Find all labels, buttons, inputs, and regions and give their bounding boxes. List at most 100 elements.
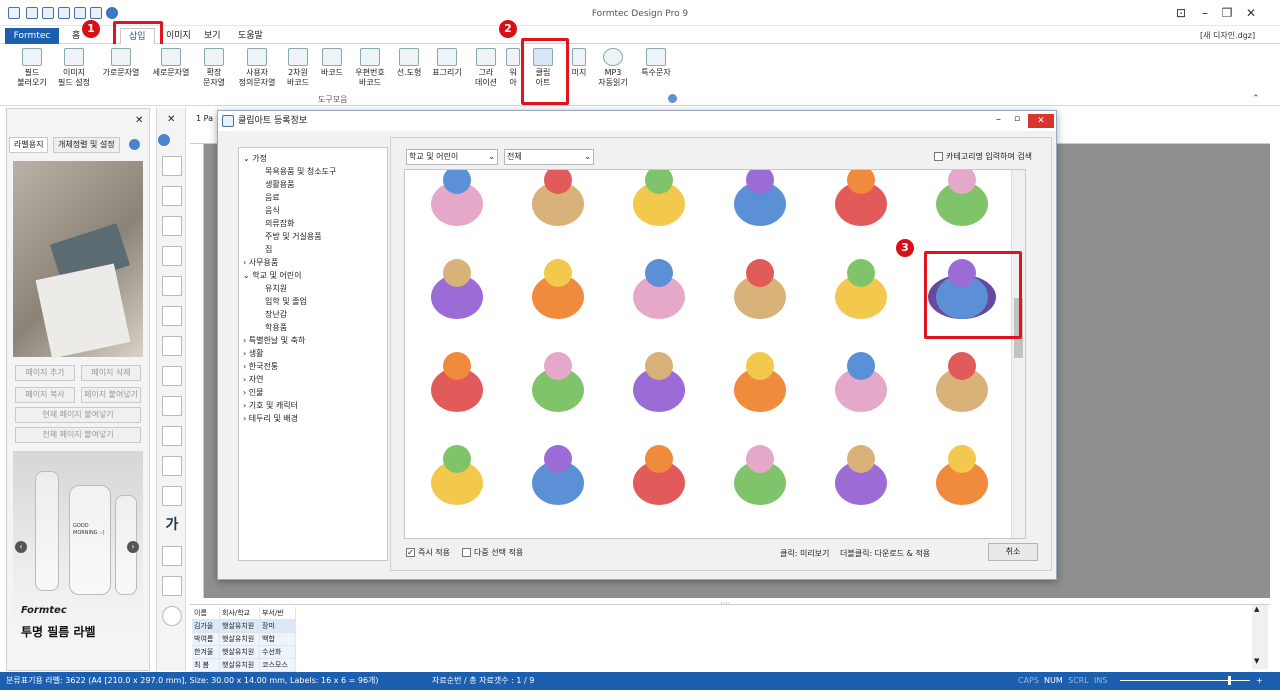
ribbon-field-load[interactable]: 필드 불러오기 — [12, 48, 52, 96]
ribbon-extended-text[interactable]: 확장 문자열 — [196, 48, 232, 96]
ribbon-shapes[interactable]: 선.도형 — [394, 48, 424, 96]
extended-text-tool-icon[interactable] — [162, 276, 182, 296]
tree-leaf[interactable]: 생활용품 — [265, 178, 294, 191]
grid-cell[interactable]: 장미 — [260, 620, 296, 633]
splitter-handle[interactable]: ···· — [720, 599, 730, 608]
grid-cell[interactable]: 박여름 — [192, 633, 220, 646]
grid-cell[interactable]: 햇살유치원 — [220, 633, 260, 646]
clipart-drum-stick[interactable] — [532, 352, 584, 412]
tree-folder[interactable]: › 테두리 및 배경 — [243, 412, 298, 425]
tree-leaf[interactable]: 목욕용품 및 청소도구 — [265, 165, 336, 178]
clipart-clown-hat[interactable] — [936, 445, 988, 505]
minimize-icon[interactable]: – — [1194, 5, 1216, 21]
clipart-toy-giraffe[interactable] — [633, 352, 685, 412]
close-icon[interactable]: ✕ — [1240, 5, 1262, 21]
horizontal-text-tool-icon[interactable] — [162, 216, 182, 236]
tree-leaf[interactable]: 집 — [265, 243, 272, 256]
clipart-clown-doll[interactable] — [633, 445, 685, 505]
paste-current-page-button[interactable]: 현재 페이지 붙여넣기 — [15, 407, 141, 423]
panel-arrow-icon[interactable] — [129, 139, 140, 150]
clipart-puppet[interactable] — [532, 259, 584, 319]
collapse-ribbon-icon[interactable]: ⌃ — [1252, 94, 1260, 104]
next-slide-icon[interactable]: › — [127, 541, 139, 553]
scroll-up-icon[interactable]: ▲ — [1254, 605, 1259, 613]
tree-leaf[interactable]: 의류잡화 — [265, 217, 294, 230]
gallery-scrollbar[interactable] — [1011, 170, 1025, 538]
tree-leaf[interactable]: 유치원 — [265, 282, 287, 295]
add-page-button[interactable]: 페이지 추가 — [15, 365, 75, 381]
ribbon-barcode[interactable]: 바코드 — [316, 48, 348, 96]
ribbon-table[interactable]: 표그리기 — [428, 48, 466, 96]
tree-folder[interactable]: › 사무용품 — [243, 256, 278, 269]
ribbon-wordart[interactable]: 워 아 — [504, 48, 522, 96]
subcategory-select[interactable]: 전체 ⌄ — [504, 149, 594, 165]
help-icon[interactable]: ⊡ — [1170, 5, 1192, 21]
dialog-restore-icon[interactable]: ▫ — [1014, 114, 1020, 124]
clipart-rocket-cloud[interactable] — [431, 352, 483, 412]
checkbox-checked-icon[interactable]: ✓ — [406, 548, 415, 557]
ribbon-custom-text[interactable]: 사용자 정의문자열 — [234, 48, 280, 96]
category-select[interactable]: 학교 및 어린이 ⌄ — [406, 149, 498, 165]
expand-icon[interactable] — [668, 94, 677, 103]
mp3-tool-icon[interactable] — [162, 606, 182, 626]
tree-folder[interactable]: › 생활 — [243, 347, 263, 360]
tree-leaf[interactable]: 학용품 — [265, 321, 287, 334]
grid-cell[interactable]: 햇살유치원 — [220, 659, 260, 672]
checkbox-icon[interactable] — [462, 548, 471, 557]
ribbon-vertical-text[interactable]: 세로문자열 — [148, 48, 194, 96]
clipart-swing[interactable] — [936, 170, 988, 226]
ribbon-image[interactable]: 미지 — [566, 48, 592, 96]
strip-close-icon[interactable]: ✕ — [167, 114, 175, 125]
tab-formtec[interactable]: Formtec — [5, 28, 59, 44]
grid-cell[interactable]: 코스모스 — [260, 659, 296, 672]
tree-leaf[interactable]: 장난감 — [265, 308, 287, 321]
apply-now-option[interactable]: ✓ 즉시 적용 — [406, 547, 450, 558]
barcode-tool-icon[interactable] — [162, 366, 182, 386]
grid-cell[interactable]: 김가을 — [192, 620, 220, 633]
dialog-close-button[interactable]: ✕ — [1028, 114, 1054, 128]
image-field-tool-icon[interactable] — [162, 186, 182, 206]
panel-close-icon[interactable]: ✕ — [135, 115, 143, 126]
clipart-pinwheel[interactable] — [936, 352, 988, 412]
clipart-airplane[interactable] — [532, 445, 584, 505]
clipart-slide-blue[interactable] — [734, 352, 786, 412]
restore-icon[interactable]: ❐ — [1216, 5, 1238, 21]
postal-barcode-tool-icon[interactable] — [162, 396, 182, 416]
chevron-down-icon[interactable]: ⌄ — [243, 271, 252, 280]
tree-leaf[interactable]: 음료 — [265, 191, 280, 204]
tab-help[interactable]: 도움말 — [230, 28, 271, 44]
clipart-toy-train[interactable] — [431, 259, 483, 319]
grid-cell[interactable]: 한겨울 — [192, 646, 220, 659]
clipart-cream-bear[interactable] — [734, 170, 786, 226]
paste-all-pages-button[interactable]: 전체 페이지 붙여넣기 — [15, 427, 141, 443]
delete-page-button[interactable]: 페이지 삭제 — [81, 365, 141, 381]
grid-scrollbar[interactable]: ▲ ▼ — [1252, 605, 1268, 669]
tree-leaf[interactable]: 음식 — [265, 204, 280, 217]
zoom-in-icon[interactable]: + — [1256, 672, 1263, 690]
ribbon-postal-barcode[interactable]: 우편번호 바코드 — [350, 48, 390, 96]
qr-tool-icon[interactable] — [162, 336, 182, 356]
wordart-tool-icon[interactable]: 가 — [162, 516, 182, 536]
ribbon-gradation[interactable]: 그라 데이션 — [470, 48, 502, 96]
tree-folder[interactable]: › 자연 — [243, 373, 263, 386]
ribbon-2d-barcode[interactable]: 2차원 바코드 — [282, 48, 314, 96]
checkbox-icon[interactable] — [934, 152, 943, 161]
scroll-down-icon[interactable]: ▼ — [1254, 657, 1259, 665]
page-tab[interactable]: 1 Pa — [196, 114, 213, 123]
tree-folder[interactable]: ⌄ 가정 — [243, 152, 267, 165]
gradation-tool-icon[interactable] — [162, 486, 182, 506]
clipart-jack-box[interactable] — [734, 445, 786, 505]
tree-leaf[interactable]: 입학 및 졸업 — [265, 295, 307, 308]
prev-slide-icon[interactable]: ‹ — [15, 541, 27, 553]
paste-page-button[interactable]: 페이지 붙여넣기 — [81, 387, 141, 403]
tree-folder[interactable]: › 한국전통 — [243, 360, 278, 373]
search-by-category[interactable]: 카테고리명 입력하여 검색 — [934, 151, 1032, 162]
ribbon-horizontal-text[interactable]: 가로문자열 — [98, 48, 144, 96]
field-tool-icon[interactable] — [162, 156, 182, 176]
vertical-text-tool-icon[interactable] — [162, 246, 182, 266]
tree-leaf[interactable]: 주방 및 거실용품 — [265, 230, 322, 243]
grid-cell[interactable]: 햇살유치원 — [220, 620, 260, 633]
dialog-minimize-icon[interactable]: – — [996, 114, 1001, 125]
table-tool-icon[interactable] — [162, 456, 182, 476]
strip-arrow-icon[interactable] — [158, 134, 170, 146]
